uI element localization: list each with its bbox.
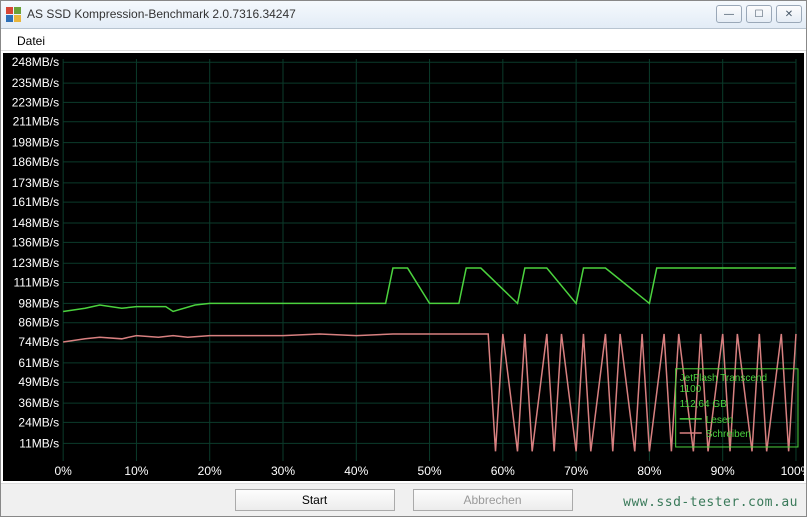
svg-text:123MB/s: 123MB/s — [12, 256, 59, 270]
close-button[interactable]: ✕ — [776, 5, 802, 23]
svg-text:0%: 0% — [54, 464, 72, 478]
svg-text:235MB/s: 235MB/s — [12, 76, 59, 90]
svg-text:111MB/s: 111MB/s — [14, 275, 60, 289]
svg-text:40%: 40% — [344, 464, 368, 478]
svg-text:11MB/s: 11MB/s — [19, 436, 59, 450]
svg-text:223MB/s: 223MB/s — [12, 95, 59, 109]
svg-text:211MB/s: 211MB/s — [13, 114, 60, 128]
svg-text:70%: 70% — [564, 464, 588, 478]
svg-text:161MB/s: 161MB/s — [12, 195, 59, 209]
svg-text:90%: 90% — [711, 464, 735, 478]
svg-text:24MB/s: 24MB/s — [18, 415, 59, 429]
svg-text:186MB/s: 186MB/s — [12, 154, 59, 168]
window-controls: — ☐ ✕ — [716, 5, 802, 23]
svg-text:98MB/s: 98MB/s — [18, 296, 59, 310]
svg-text:74MB/s: 74MB/s — [18, 335, 59, 349]
svg-text:80%: 80% — [637, 464, 661, 478]
svg-text:112,64 GB: 112,64 GB — [680, 398, 727, 409]
svg-text:198MB/s: 198MB/s — [12, 135, 59, 149]
app-window: AS SSD Kompression-Benchmark 2.0.7316.34… — [0, 0, 807, 517]
svg-text:1100: 1100 — [680, 383, 702, 394]
svg-text:10%: 10% — [124, 464, 148, 478]
svg-text:JetFlash Transcend: JetFlash Transcend — [680, 372, 767, 383]
bottom-bar: Start Abbrechen www.ssd-tester.com.au — [1, 483, 806, 516]
svg-text:100%: 100% — [781, 464, 804, 478]
svg-text:36MB/s: 36MB/s — [18, 396, 59, 410]
start-button[interactable]: Start — [235, 489, 395, 511]
menu-file[interactable]: Datei — [11, 32, 51, 50]
svg-text:173MB/s: 173MB/s — [12, 175, 59, 189]
svg-text:61MB/s: 61MB/s — [18, 355, 59, 369]
svg-text:20%: 20% — [198, 464, 222, 478]
svg-text:60%: 60% — [491, 464, 515, 478]
app-icon — [5, 6, 21, 22]
svg-text:50%: 50% — [418, 464, 442, 478]
menubar: Datei — [1, 29, 806, 51]
svg-text:136MB/s: 136MB/s — [12, 235, 59, 249]
watermark: www.ssd-tester.com.au — [623, 495, 798, 510]
titlebar: AS SSD Kompression-Benchmark 2.0.7316.34… — [1, 1, 806, 29]
minimize-button[interactable]: — — [716, 5, 742, 23]
svg-text:Schreiben: Schreiben — [706, 428, 751, 439]
cancel-button[interactable]: Abbrechen — [413, 489, 573, 511]
svg-text:86MB/s: 86MB/s — [18, 315, 59, 329]
window-title: AS SSD Kompression-Benchmark 2.0.7316.34… — [27, 7, 716, 21]
chart-canvas: 11MB/s 24MB/s 36MB/s 49MB/s 61MB/s 74MB/s 86MB… — [3, 53, 804, 481]
svg-text:Lesen: Lesen — [706, 414, 733, 425]
svg-text:49MB/s: 49MB/s — [18, 375, 59, 389]
svg-text:248MB/s: 248MB/s — [12, 55, 59, 69]
maximize-button[interactable]: ☐ — [746, 5, 772, 23]
svg-text:148MB/s: 148MB/s — [12, 216, 59, 230]
chart-area: 11MB/s 24MB/s 36MB/s 49MB/s 61MB/s 74MB/s 86MB… — [3, 53, 804, 481]
svg-text:30%: 30% — [271, 464, 295, 478]
